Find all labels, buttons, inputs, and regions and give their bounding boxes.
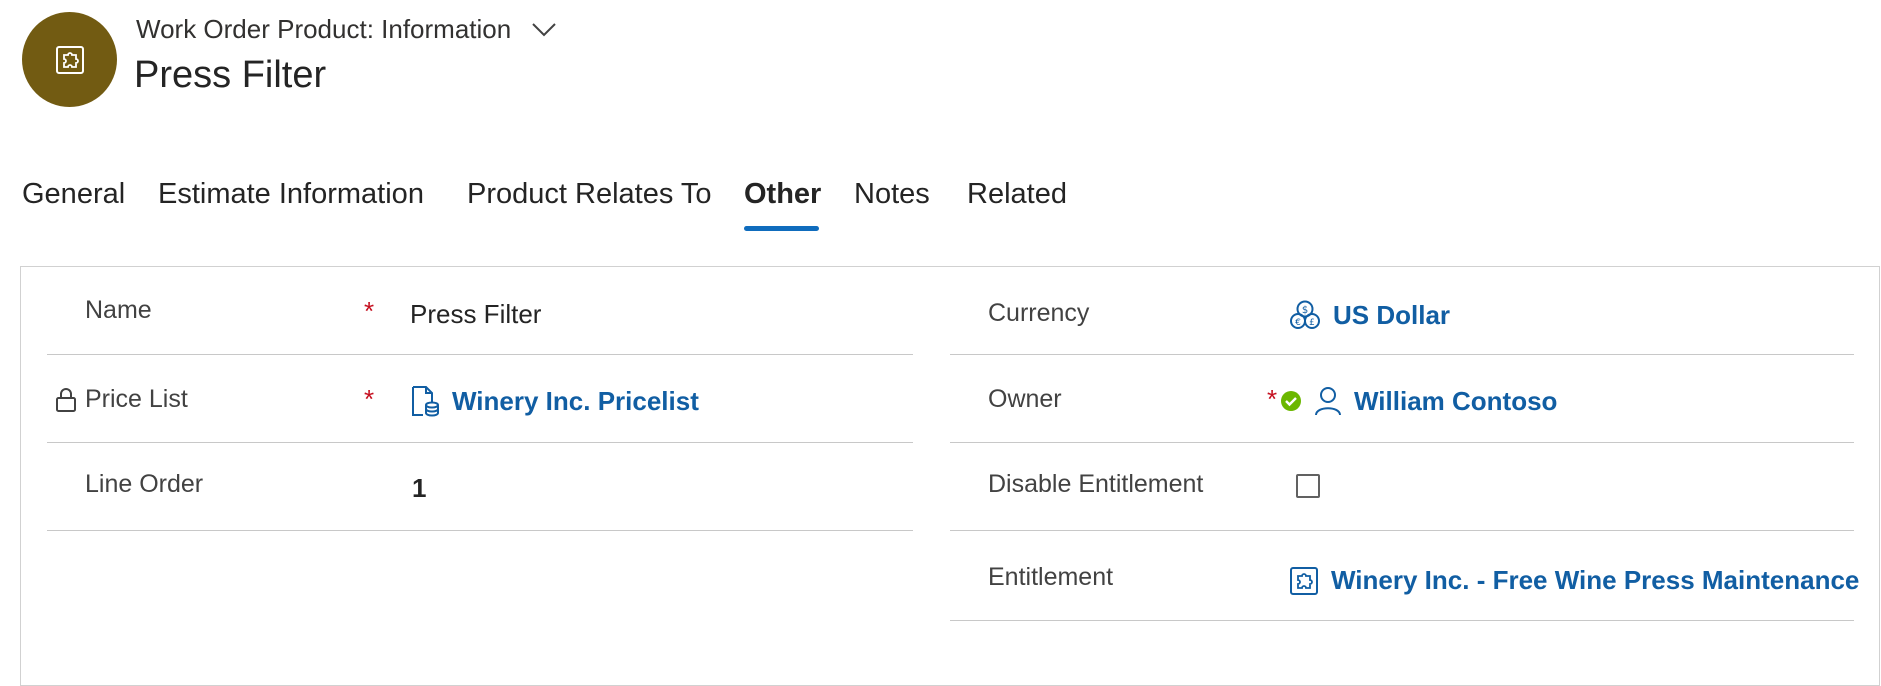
svg-text:€: € [1295, 318, 1301, 328]
field-row-currency: Currency $ € £ US Dollar [950, 267, 1854, 355]
form-type-label: Work Order Product: Information [136, 14, 512, 44]
field-row-entitlement: Entitlement Winery Inc. - Free Wine Pres… [950, 531, 1859, 621]
page-title: Press Filter [134, 54, 327, 96]
tab-general[interactable]: General [22, 178, 125, 234]
field-row-price-list: Price List * Winery Inc. Pricelist [47, 355, 913, 443]
name-field[interactable]: Press Filter [410, 299, 541, 330]
field-row-owner: Owner * William Contoso [950, 355, 1854, 443]
person-icon [1314, 385, 1342, 417]
entitlement-label: Entitlement [988, 563, 1114, 591]
tab-list: General Estimate Information Product Rel… [0, 178, 1881, 238]
price-list-icon [410, 385, 440, 417]
svg-text:$: $ [1302, 305, 1308, 316]
form-selector[interactable]: Work Order Product: Information [136, 14, 557, 45]
entitlement-link[interactable]: Winery Inc. - Free Wine Press Maintenanc… [1331, 565, 1859, 596]
line-order-label: Line Order [85, 470, 204, 498]
line-order-field[interactable]: 1 [412, 473, 426, 504]
owner-link[interactable]: William Contoso [1354, 386, 1557, 417]
tab-estimate-information[interactable]: Estimate Information [158, 178, 424, 234]
field-row-name: Name * Press Filter [47, 267, 913, 355]
tab-related[interactable]: Related [967, 178, 1067, 234]
price-list-label: Price List [85, 385, 188, 413]
disable-entitlement-label: Disable Entitlement [988, 470, 1204, 498]
lock-icon [55, 387, 77, 413]
required-indicator: * [364, 296, 375, 326]
form-section: Name * Press Filter Price List * Winery … [20, 266, 1880, 686]
line-order-value: 1 [412, 473, 427, 503]
tab-product-relates-to[interactable]: Product Relates To [467, 178, 712, 234]
field-row-disable-entitlement: Disable Entitlement [950, 443, 1854, 531]
disable-entitlement-checkbox[interactable] [1296, 474, 1320, 498]
name-label: Name [85, 296, 152, 324]
active-tab-indicator [744, 226, 819, 231]
owner-lookup[interactable]: William Contoso [1280, 385, 1557, 417]
required-indicator: * [364, 384, 375, 414]
required-indicator: * [1267, 384, 1278, 414]
currency-link[interactable]: US Dollar [1333, 300, 1450, 331]
price-list-lookup[interactable]: Winery Inc. Pricelist [410, 385, 699, 417]
price-list-label-group: Price List [55, 385, 188, 414]
owner-label: Owner [988, 385, 1062, 413]
name-value: Press Filter [410, 299, 542, 329]
currency-icon: $ € £ [1289, 299, 1321, 331]
available-presence-icon [1280, 390, 1302, 412]
svg-text:£: £ [1309, 318, 1315, 328]
price-list-link[interactable]: Winery Inc. Pricelist [452, 386, 699, 417]
currency-lookup[interactable]: $ € £ US Dollar [1289, 299, 1450, 331]
currency-label: Currency [988, 299, 1090, 327]
record-avatar [22, 12, 117, 107]
entitlement-puzzle-icon [55, 45, 85, 75]
chevron-down-icon [531, 22, 557, 38]
field-row-line-order: Line Order 1 [47, 443, 913, 531]
record-header: Work Order Product: Information Press Fi… [0, 0, 1881, 120]
entitlement-lookup[interactable]: Winery Inc. - Free Wine Press Maintenanc… [1289, 565, 1859, 596]
tab-notes[interactable]: Notes [854, 178, 930, 234]
entitlement-icon [1289, 566, 1319, 596]
